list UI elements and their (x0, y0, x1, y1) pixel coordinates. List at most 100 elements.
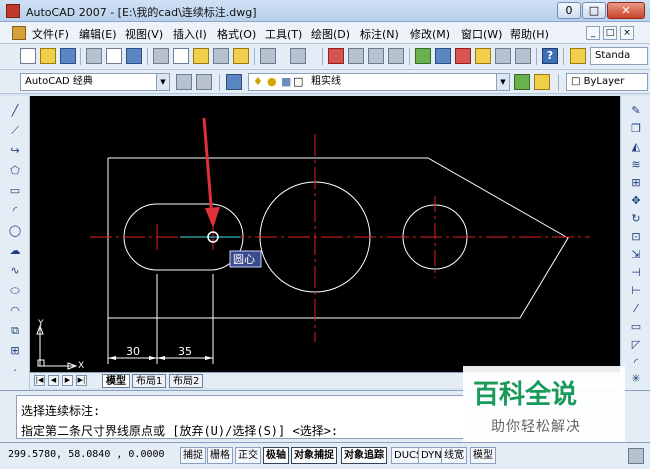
close-button[interactable]: ✕ (607, 2, 645, 19)
doc-minimize-button[interactable]: _ (586, 26, 600, 40)
point-icon[interactable]: · (8, 364, 22, 378)
menu-modify[interactable]: 修改(M) (410, 26, 450, 42)
zoom-realtime-icon[interactable] (348, 48, 364, 64)
redo-icon[interactable] (290, 48, 306, 64)
layer-manager-icon[interactable] (226, 74, 242, 90)
array-icon[interactable]: ⊞ (629, 176, 643, 190)
doc-close-button[interactable]: × (620, 26, 634, 40)
workspace-select[interactable]: AutoCAD 经典 ▼ (20, 73, 170, 91)
erase-icon[interactable]: ✎ (629, 104, 643, 118)
command-history[interactable]: 选择连续标注: 指定第二条尺寸界线原点或 [放弃(U)/选择(S)] <选择>: (16, 395, 466, 439)
arc-icon[interactable]: ◜ (8, 204, 22, 218)
make-block-icon[interactable]: ⊞ (8, 344, 22, 358)
pan-icon[interactable] (328, 48, 344, 64)
copy-object-icon[interactable]: ❐ (629, 122, 643, 136)
polyline-icon[interactable]: ↪ (8, 144, 22, 158)
drawing-canvas[interactable]: 30 35 圆心 Y X (30, 96, 620, 372)
ellipse-icon[interactable]: ⬭ (8, 284, 22, 298)
layer-previous-icon[interactable] (534, 74, 550, 90)
prev-tab-icon[interactable]: ◀ (48, 375, 59, 386)
ellipse-arc-icon[interactable]: ◠ (8, 304, 22, 318)
text-style-select[interactable]: Standa (590, 47, 648, 65)
menu-window[interactable]: 窗口(W) (461, 26, 502, 42)
workspace-settings-icon[interactable] (176, 74, 192, 90)
open-icon[interactable] (40, 48, 56, 64)
menu-edit[interactable]: 编辑(E) (79, 26, 117, 42)
model-toggle[interactable]: 模型 (470, 447, 496, 464)
properties-icon[interactable] (415, 48, 431, 64)
menu-dimension[interactable]: 标注(N) (360, 26, 399, 42)
print-icon[interactable] (86, 48, 102, 64)
tab-model[interactable]: 模型 (102, 374, 130, 388)
line-icon[interactable]: ╱ (8, 104, 22, 118)
new-icon[interactable] (20, 48, 36, 64)
explode-icon[interactable]: ✳ (629, 372, 643, 386)
first-tab-icon[interactable]: |◀ (34, 375, 45, 386)
rotate-icon[interactable]: ↻ (629, 212, 643, 226)
tool-palettes-icon[interactable] (455, 48, 471, 64)
menu-draw[interactable]: 绘图(D) (311, 26, 350, 42)
menu-insert[interactable]: 插入(I) (173, 26, 207, 42)
polygon-icon[interactable]: ⬠ (8, 164, 22, 178)
tab-layout1[interactable]: 布局1 (132, 374, 167, 388)
help-icon[interactable]: ? (542, 48, 558, 64)
menu-help[interactable]: 帮助(H) (510, 26, 549, 42)
stretch-icon[interactable]: ⇲ (629, 248, 643, 262)
circle-icon[interactable]: ◯ (8, 224, 22, 238)
zoom-previous-icon[interactable] (388, 48, 404, 64)
next-tab-icon[interactable]: ▶ (62, 375, 73, 386)
otrack-toggle[interactable]: 对象追踪 (341, 447, 387, 464)
minimize-button[interactable]: 0 (557, 2, 581, 19)
make-layer-current-icon[interactable] (514, 74, 530, 90)
menu-file[interactable]: 文件(F) (32, 26, 69, 42)
calculator-icon[interactable] (515, 48, 531, 64)
offset-icon[interactable]: ≋ (629, 158, 643, 172)
fillet-icon[interactable]: ◜ (629, 356, 643, 370)
mirror-icon[interactable]: ◭ (629, 140, 643, 154)
layer-select[interactable]: ♦ ● ■ □ 粗实线 ▼ (248, 73, 510, 91)
paste-icon[interactable] (193, 48, 209, 64)
break-icon[interactable]: ⁄ (629, 302, 643, 316)
match-properties-icon[interactable] (213, 48, 229, 64)
tray-settings-icon[interactable] (628, 448, 644, 464)
revision-cloud-icon[interactable]: ☁ (8, 244, 22, 258)
spline-icon[interactable]: ∿ (8, 264, 22, 278)
insert-block-icon[interactable]: ⧉ (8, 324, 22, 338)
tab-layout2[interactable]: 布局2 (169, 374, 204, 388)
lineweight-toggle[interactable]: 线宽 (441, 447, 467, 464)
zoom-window-icon[interactable] (368, 48, 384, 64)
doc-restore-button[interactable]: □ (603, 26, 617, 40)
workspace-save-icon[interactable] (196, 74, 212, 90)
menu-tools[interactable]: 工具(T) (265, 26, 302, 42)
osnap-toggle[interactable]: 对象捕捉 (291, 447, 337, 464)
polar-toggle[interactable]: 极轴 (263, 447, 289, 464)
autocad-app-icon[interactable] (6, 4, 20, 18)
move-icon[interactable]: ✥ (629, 194, 643, 208)
construction-line-icon[interactable]: ⟋ (8, 124, 22, 138)
sheet-set-icon[interactable] (475, 48, 491, 64)
menu-view[interactable]: 视图(V) (125, 26, 163, 42)
chamfer-icon[interactable]: ◸ (629, 338, 643, 352)
copy-icon[interactable] (173, 48, 189, 64)
grid-toggle[interactable]: 栅格 (207, 447, 233, 464)
join-icon[interactable]: ▭ (629, 320, 643, 334)
last-tab-icon[interactable]: ▶| (76, 375, 87, 386)
menu-format[interactable]: 格式(O) (217, 26, 256, 42)
cut-icon[interactable] (153, 48, 169, 64)
plot-preview-icon[interactable] (106, 48, 122, 64)
publish-icon[interactable] (126, 48, 142, 64)
scale-icon[interactable]: ⊡ (629, 230, 643, 244)
block-editor-icon[interactable] (233, 48, 249, 64)
markup-icon[interactable] (495, 48, 511, 64)
document-icon[interactable] (12, 26, 26, 40)
snap-toggle[interactable]: 捕捉 (180, 447, 206, 464)
save-icon[interactable] (60, 48, 76, 64)
rectangle-icon[interactable]: ▭ (8, 184, 22, 198)
trim-icon[interactable]: ⊣ (629, 266, 643, 280)
color-control-select[interactable]: □ ByLayer (566, 73, 648, 91)
design-center-icon[interactable] (435, 48, 451, 64)
ortho-toggle[interactable]: 正交 (235, 447, 261, 464)
maximize-button[interactable]: □ (582, 2, 606, 19)
extend-icon[interactable]: ⊢ (629, 284, 643, 298)
undo-icon[interactable] (260, 48, 276, 64)
